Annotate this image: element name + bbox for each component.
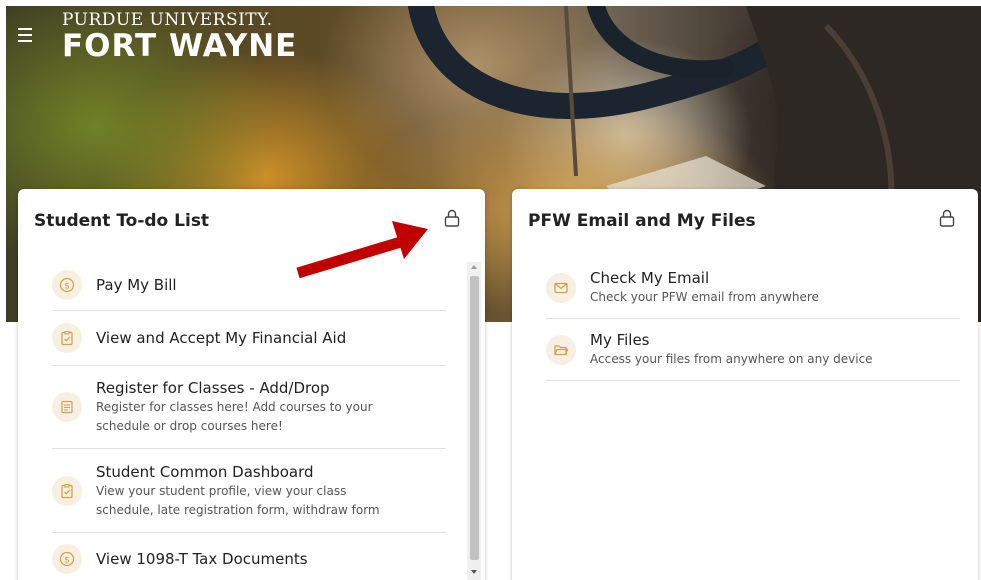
envelope-icon <box>546 272 576 303</box>
item-title: Register for Classes - Add/Drop <box>96 379 330 397</box>
clipboard-check-icon <box>52 475 82 506</box>
scroll-down-arrow-icon[interactable] <box>471 570 477 574</box>
item-title: Check My Email <box>590 269 710 287</box>
university-logo[interactable]: PURDUE UNIVERSITY. FORT WAYNE <box>62 11 297 63</box>
item-title: View 1098-T Tax Documents <box>96 550 308 568</box>
todo-list: $ Pay My Bill View and Accept My Financi… <box>52 259 446 580</box>
item-description-line-1: View your student profile, view your cla… <box>96 483 347 498</box>
red-arrow-annotation-icon <box>296 221 428 279</box>
scroll-up-arrow-icon[interactable] <box>471 265 477 269</box>
dollar-circle-icon: $ <box>52 269 82 300</box>
hamburger-menu-icon[interactable] <box>18 28 32 42</box>
lock-icon[interactable] <box>444 209 460 227</box>
folder-open-icon <box>546 334 576 365</box>
list-item-common-dashboard[interactable]: Student Common Dashboard View your stude… <box>52 449 446 533</box>
email-files-list: Check My Email Check your PFW email from… <box>546 257 960 381</box>
item-description-line-2: schedule, late registration form, withdr… <box>96 502 380 517</box>
email-files-card: PFW Email and My Files Check My Email Ch… <box>512 189 978 580</box>
svg-text:$: $ <box>64 556 70 566</box>
list-item-register-classes[interactable]: Register for Classes - Add/Drop Register… <box>52 366 446 449</box>
item-title: My Files <box>590 331 650 349</box>
list-item-tax-documents[interactable]: $ View 1098-T Tax Documents <box>52 533 446 580</box>
logo-line-1: PURDUE UNIVERSITY. <box>62 10 273 30</box>
item-title: Pay My Bill <box>96 275 177 294</box>
card-title: Student To-do List <box>34 211 210 231</box>
lock-icon[interactable] <box>939 209 955 227</box>
list-item-check-email[interactable]: Check My Email Check your PFW email from… <box>546 257 960 319</box>
dollar-circle-icon: $ <box>52 544 82 574</box>
card-title: PFW Email and My Files <box>528 211 756 231</box>
item-description: Check your PFW email from anywhere <box>590 290 819 304</box>
item-title: Student Common Dashboard <box>96 462 314 481</box>
logo-line-2: FORT WAYNE <box>62 28 298 64</box>
item-description-line-1: Register for classes here! Add courses t… <box>96 400 373 414</box>
clipboard-check-icon <box>52 323 82 353</box>
list-item-my-files[interactable]: My Files Access your files from anywhere… <box>546 319 960 381</box>
item-title: View and Accept My Financial Aid <box>96 329 347 347</box>
list-item-financial-aid[interactable]: View and Accept My Financial Aid <box>52 311 446 366</box>
item-description-line-2: schedule or drop courses here! <box>96 419 283 433</box>
svg-text:$: $ <box>64 281 70 291</box>
todo-list-scrollbar[interactable] <box>467 262 481 580</box>
item-description: Access your files from anywhere on any d… <box>590 352 873 366</box>
scrollbar-thumb[interactable] <box>470 276 479 560</box>
document-icon <box>52 392 82 422</box>
